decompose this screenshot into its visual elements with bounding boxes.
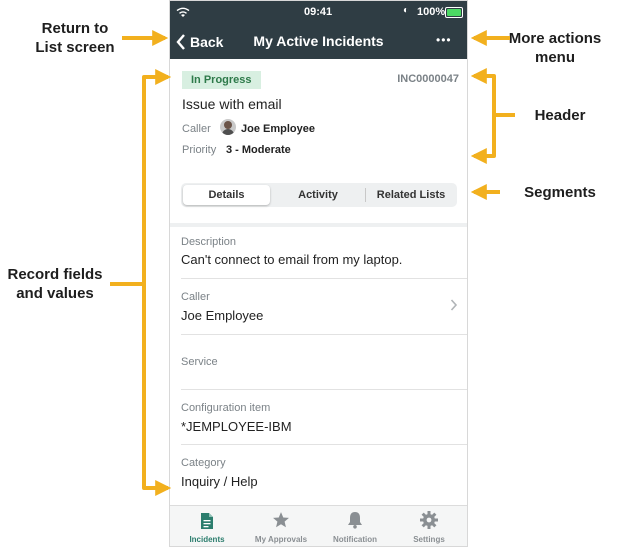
arrow-record-top — [110, 69, 172, 286]
arrow-header-bottom — [470, 115, 496, 164]
arrow-header-top — [470, 68, 515, 117]
arrow-record-bottom — [142, 284, 172, 496]
callout-arrows — [110, 30, 515, 496]
